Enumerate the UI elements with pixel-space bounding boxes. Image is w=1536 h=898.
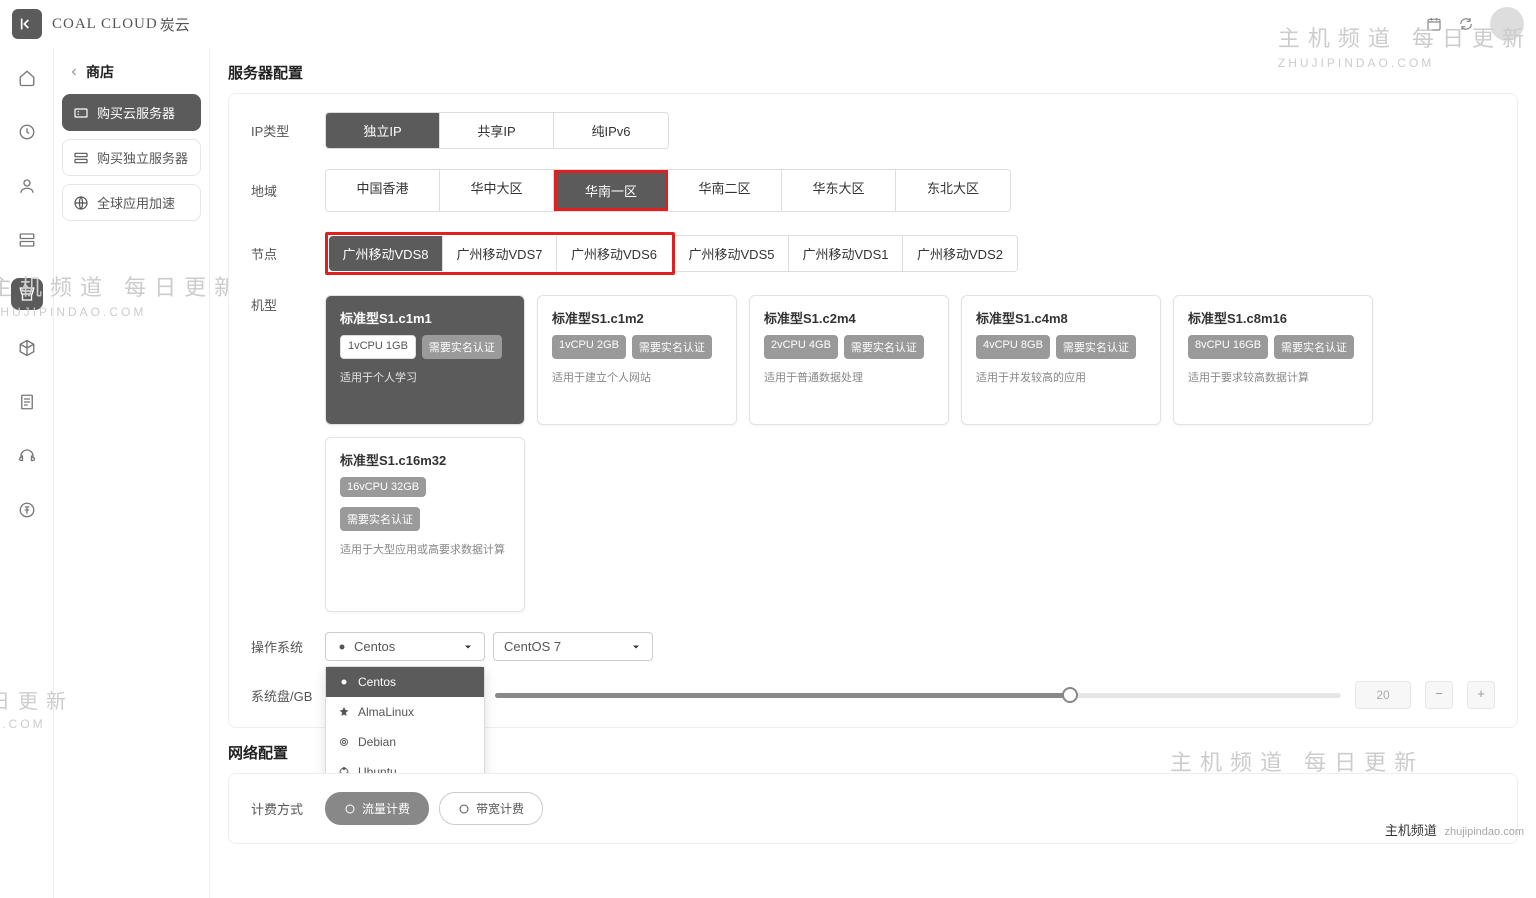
model-auth: 需要实名认证: [340, 507, 420, 531]
billing-bandwidth[interactable]: 带宽计费: [439, 792, 543, 825]
rail-server[interactable]: [11, 224, 43, 256]
os-version-select[interactable]: CentOS 7: [493, 632, 653, 661]
rail-cube[interactable]: [11, 332, 43, 364]
sysdisk-value: 20: [1355, 681, 1411, 709]
seg-node-vds5[interactable]: 广州移动VDS5: [675, 236, 789, 271]
slider-thumb[interactable]: [1062, 687, 1078, 703]
model-desc: 适用于大型应用或高要求数据计算: [340, 541, 510, 557]
brand-main: COAL CLOUD: [52, 16, 158, 33]
sysdisk-slider[interactable]: [495, 693, 1341, 698]
model-title: 标准型S1.c1m1: [340, 308, 510, 327]
seg-region-huazhong[interactable]: 华中大区: [440, 170, 554, 211]
seg-region-dongbei[interactable]: 东北大区: [896, 170, 1010, 211]
seg-ip-type: 独立IP 共享IP 纯IPv6: [325, 112, 669, 149]
model-grid: 标准型S1.c1m1 1vCPU 1GB 需要实名认证 适用于个人学习 标准型S…: [325, 295, 1495, 612]
model-spec: 4vCPU 8GB: [976, 335, 1050, 359]
back-button[interactable]: [12, 9, 42, 39]
seg-node-vds8[interactable]: 广州移动VDS8: [329, 236, 443, 271]
os-version-value: CentOS 7: [504, 639, 561, 654]
avatar[interactable]: [1490, 7, 1524, 41]
model-title: 标准型S1.c2m4: [764, 308, 934, 327]
model-desc: 适用于个人学习: [340, 369, 510, 385]
seg-node-vds6[interactable]: 广州移动VDS6: [557, 236, 671, 271]
model-spec: 1vCPU 2GB: [552, 335, 626, 359]
model-spec: 2vCPU 4GB: [764, 335, 838, 359]
rail-support[interactable]: [11, 440, 43, 472]
label-node: 节点: [251, 244, 325, 263]
rail-doc[interactable]: [11, 386, 43, 418]
seg-region-huanan2[interactable]: 华南二区: [668, 170, 782, 211]
label-ip-type: IP类型: [251, 121, 325, 140]
model-title: 标准型S1.c4m8: [976, 308, 1146, 327]
model-card-c1m2[interactable]: 标准型S1.c1m2 1vCPU 2GB 需要实名认证 适用于建立个人网站: [537, 295, 737, 425]
model-title: 标准型S1.c8m16: [1188, 308, 1358, 327]
label-sysdisk: 系统盘/GB: [251, 686, 325, 705]
brand-logo: COAL CLOUD 炭云: [52, 14, 190, 35]
sysdisk-plus[interactable]: +: [1467, 681, 1495, 709]
seg-ip-shared[interactable]: 共享IP: [440, 113, 554, 148]
model-auth: 需要实名认证: [632, 335, 712, 359]
sidebar-item-label: 购买云服务器: [97, 103, 175, 122]
model-card-c4m8[interactable]: 标准型S1.c4m8 4vCPU 8GB 需要实名认证 适用于并发较高的应用: [961, 295, 1161, 425]
sidebar-title: 商店: [86, 62, 114, 82]
model-desc: 适用于并发较高的应用: [976, 369, 1146, 385]
sidebar-item-global-accel[interactable]: 全球应用加速: [62, 184, 201, 221]
model-card-c2m4[interactable]: 标准型S1.c2m4 2vCPU 4GB 需要实名认证 适用于普通数据处理: [749, 295, 949, 425]
label-region: 地域: [251, 181, 325, 200]
sidebar-item-label: 购买独立服务器: [97, 148, 188, 167]
brand-sub: 炭云: [160, 14, 190, 35]
section-title-net-config: 网络配置: [228, 742, 1518, 763]
rail-store[interactable]: [11, 278, 43, 310]
rail-home[interactable]: [11, 62, 43, 94]
seg-ip-ipv6[interactable]: 纯IPv6: [554, 113, 668, 148]
model-card-c1m1[interactable]: 标准型S1.c1m1 1vCPU 1GB 需要实名认证 适用于个人学习: [325, 295, 525, 425]
model-spec: 8vCPU 16GB: [1188, 335, 1268, 359]
model-desc: 适用于要求较高数据计算: [1188, 369, 1358, 385]
label-billing: 计费方式: [251, 799, 325, 818]
os-family-select[interactable]: Centos: [325, 632, 485, 661]
footer-brand: 主机频道 zhujipindao.com: [1385, 820, 1524, 839]
model-spec: 1vCPU 1GB: [340, 335, 416, 359]
seg-region-huadong[interactable]: 华东大区: [782, 170, 896, 211]
model-title: 标准型S1.c1m2: [552, 308, 722, 327]
os-family-value: Centos: [354, 639, 395, 654]
model-card-c16m32[interactable]: 标准型S1.c16m32 16vCPU 32GB 需要实名认证 适用于大型应用或…: [325, 437, 525, 612]
refresh-icon[interactable]: [1458, 16, 1474, 32]
section-title-server-config: 服务器配置: [228, 62, 1518, 83]
seg-ip-standalone[interactable]: 独立IP: [326, 113, 440, 148]
model-spec: 16vCPU 32GB: [340, 477, 426, 497]
model-auth: 需要实名认证: [844, 335, 924, 359]
seg-region: 中国香港 华中大区 华南一区 华南二区 华东大区 东北大区: [325, 169, 1011, 212]
model-auth: 需要实名认证: [422, 335, 502, 359]
label-os: 操作系统: [251, 637, 325, 656]
seg-node-vds2[interactable]: 广州移动VDS2: [903, 236, 1017, 271]
model-desc: 适用于建立个人网站: [552, 369, 722, 385]
rail-dashboard[interactable]: [11, 116, 43, 148]
sidebar-item-buy-cloud[interactable]: 购买云服务器: [62, 94, 201, 131]
sidebar-back[interactable]: 商店: [62, 58, 201, 94]
os-opt-almalinux[interactable]: AlmaLinux: [326, 697, 484, 727]
sidebar-item-label: 全球应用加速: [97, 193, 175, 212]
label-model: 机型: [251, 295, 325, 314]
seg-region-hk[interactable]: 中国香港: [326, 170, 440, 211]
model-title: 标准型S1.c16m32: [340, 450, 510, 469]
sidebar-item-buy-dedicated[interactable]: 购买独立服务器: [62, 139, 201, 176]
rail-user[interactable]: [11, 170, 43, 202]
billing-traffic[interactable]: 流量计费: [325, 792, 429, 825]
model-desc: 适用于普通数据处理: [764, 369, 934, 385]
chevron-down-icon: [630, 641, 642, 653]
sysdisk-minus[interactable]: −: [1425, 681, 1453, 709]
chevron-down-icon: [462, 641, 474, 653]
seg-region-huanan1[interactable]: 华南一区: [554, 170, 668, 211]
model-card-c8m16[interactable]: 标准型S1.c8m16 8vCPU 16GB 需要实名认证 适用于要求较高数据计…: [1173, 295, 1373, 425]
model-auth: 需要实名认证: [1056, 335, 1136, 359]
os-opt-centos[interactable]: Centos: [326, 667, 484, 697]
rail-billing[interactable]: [11, 494, 43, 526]
seg-node-vds1[interactable]: 广州移动VDS1: [789, 236, 903, 271]
model-auth: 需要实名认证: [1274, 335, 1354, 359]
calendar-icon[interactable]: [1426, 16, 1442, 32]
seg-node-vds7[interactable]: 广州移动VDS7: [443, 236, 557, 271]
